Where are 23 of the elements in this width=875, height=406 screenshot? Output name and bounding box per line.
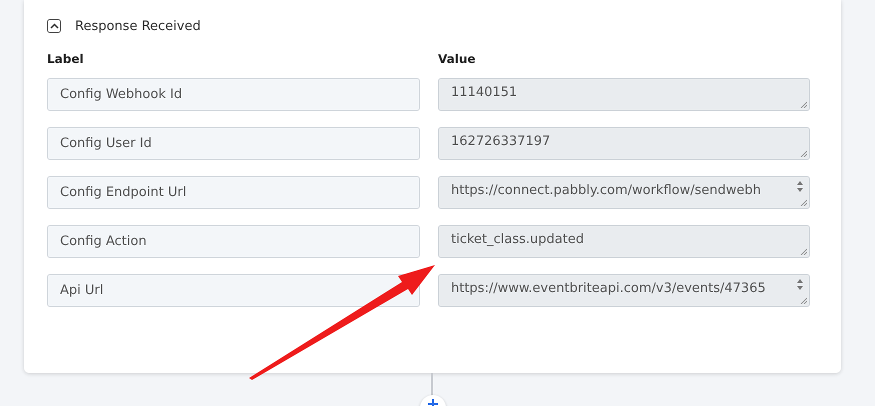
collapse-toggle[interactable] — [47, 19, 61, 33]
label-field[interactable]: Config User Id — [47, 127, 420, 160]
value-field[interactable]: 162726337197 — [438, 127, 810, 160]
column-header: Label — [47, 52, 85, 68]
value-field[interactable]: ticket_class.updated — [438, 225, 810, 258]
resize-grip-icon[interactable] — [800, 199, 807, 206]
value-field[interactable]: https://www.eventbriteapi.com/v3/events/47365 — [438, 274, 810, 307]
chevron-icon — [50, 23, 58, 29]
plus-icon — [428, 399, 438, 406]
label-field[interactable]: Api Url — [47, 274, 420, 307]
resize-grip-icon[interactable] — [800, 297, 807, 304]
section-title: Response Received — [75, 18, 201, 34]
value-field[interactable]: 11140151 — [438, 78, 810, 111]
resize-grip-icon[interactable] — [800, 101, 807, 108]
scroll-arrows-icon[interactable] — [796, 180, 804, 193]
scroll-arrows-icon[interactable] — [796, 278, 804, 291]
label-field[interactable]: Config Endpoint Url — [47, 176, 420, 209]
column-header: Value — [438, 52, 477, 68]
resize-grip-icon[interactable] — [800, 150, 807, 157]
label-field[interactable]: Config Webhook Id — [47, 78, 420, 111]
value-field[interactable]: https://connect.pabbly.com/workflow/sendwebh — [438, 176, 810, 209]
resize-grip-icon[interactable] — [800, 248, 807, 255]
label-field[interactable]: Config Action — [47, 225, 420, 258]
